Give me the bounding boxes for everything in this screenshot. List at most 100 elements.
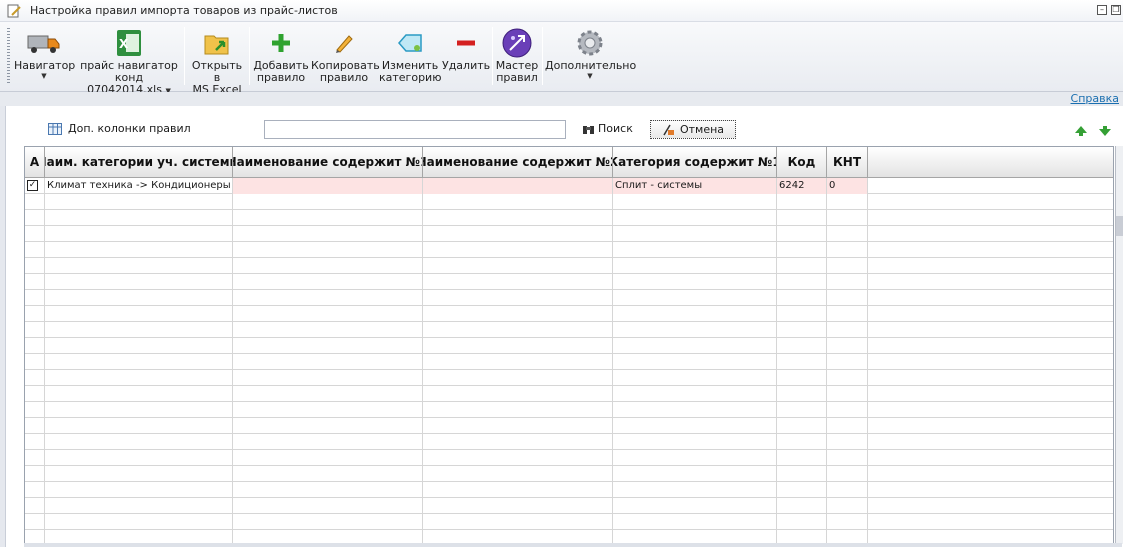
toolbar-separator: [249, 27, 250, 85]
restore-button[interactable]: ❐: [1111, 5, 1121, 15]
empty-cell: [827, 514, 868, 530]
empty-cell: [613, 194, 777, 210]
empty-cell: [423, 370, 613, 386]
row-code-cell[interactable]: 6242: [777, 178, 827, 194]
table-row[interactable]: ✓ Климат техника -> Кондиционеры Сплит -…: [25, 178, 1113, 194]
empty-cell: [777, 482, 827, 498]
empty-cell: [25, 402, 45, 418]
empty-cell: [613, 386, 777, 402]
search-button-label: Поиск: [598, 122, 633, 135]
horizontal-scrollbar[interactable]: [24, 543, 1122, 547]
empty-table-row: [25, 354, 1113, 370]
copy-rule-button[interactable]: Копировать правило: [311, 26, 380, 84]
empty-cell: [423, 530, 613, 543]
toolbar-grip[interactable]: [7, 28, 10, 84]
empty-cell: [827, 466, 868, 482]
empty-cell: [25, 194, 45, 210]
empty-cell: [45, 418, 233, 434]
empty-cell: [25, 354, 45, 370]
scrollbar-thumb[interactable]: [1116, 216, 1123, 236]
copy-rule-label-line2: правило: [319, 71, 369, 84]
empty-cell: [45, 226, 233, 242]
empty-cell: [233, 466, 423, 482]
empty-cell: [423, 258, 613, 274]
navigator-label: Навигатор: [14, 59, 76, 72]
empty-cell: [613, 530, 777, 543]
window-controls: – ❐: [1097, 5, 1121, 15]
row-active-checkbox[interactable]: ✓: [27, 180, 38, 191]
empty-cell: [233, 258, 423, 274]
empty-cell: [827, 210, 868, 226]
empty-cell: [777, 258, 827, 274]
empty-cell: [827, 290, 868, 306]
search-input[interactable]: [264, 120, 566, 139]
empty-cell: [45, 450, 233, 466]
minimize-button[interactable]: –: [1097, 5, 1107, 15]
open-in-excel-button[interactable]: Открыть в MS Excel: [187, 26, 247, 96]
empty-cell: [45, 306, 233, 322]
truck-icon: [27, 35, 60, 53]
empty-cell: [45, 386, 233, 402]
empty-cell: [827, 306, 868, 322]
empty-cell: [613, 290, 777, 306]
tag-icon: [398, 34, 422, 52]
empty-table-row: [25, 210, 1113, 226]
vertical-scrollbar[interactable]: [1115, 146, 1123, 544]
empty-cell: [777, 466, 827, 482]
add-rule-button[interactable]: Добавить правило: [252, 26, 310, 84]
empty-cell: [45, 322, 233, 338]
empty-table-row: [25, 370, 1113, 386]
excel-icon: X: [117, 30, 141, 56]
price-file-button[interactable]: X прайс навигатор конд 07042014.xls ▼: [76, 26, 182, 96]
more-options-button[interactable]: Дополнительно ▼: [545, 26, 637, 80]
delete-rule-button[interactable]: Удалить: [442, 26, 490, 72]
move-down-icon[interactable]: [1097, 124, 1113, 138]
row-knt-cell[interactable]: 0: [827, 178, 868, 194]
column-header-category-contains-1[interactable]: Категория содержит №1: [613, 147, 777, 177]
empty-cell: [25, 498, 45, 514]
folder-open-icon: [204, 35, 229, 55]
empty-cell: [25, 466, 45, 482]
change-category-button[interactable]: Изменить категорию: [379, 26, 441, 84]
column-header-category[interactable]: Наим. категории уч. системы: [45, 147, 233, 177]
empty-cell: [777, 514, 827, 530]
empty-cell: [777, 402, 827, 418]
rule-wizard-button[interactable]: Мастер правил: [494, 26, 540, 84]
empty-cell: [777, 210, 827, 226]
column-header-active[interactable]: А: [25, 147, 45, 177]
clear-filter-icon: [663, 124, 674, 135]
column-header-name-contains-2[interactable]: Наименование содержит №2: [423, 147, 613, 177]
rules-panel: Доп. колонки правил Поиск Отмена А Наим.…: [6, 106, 1123, 547]
empty-cell: [423, 450, 613, 466]
row-name-contains-2-cell[interactable]: [423, 178, 613, 194]
empty-cell: [613, 242, 777, 258]
navigator-button[interactable]: Навигатор ▼: [14, 26, 76, 80]
move-up-icon[interactable]: [1073, 124, 1089, 138]
empty-cell: [25, 274, 45, 290]
column-header-name-contains-1[interactable]: Наименование содержит №1: [233, 147, 423, 177]
wizard-icon: [502, 28, 532, 58]
empty-cell: [233, 418, 423, 434]
column-header-knt[interactable]: КНТ: [827, 147, 868, 177]
help-link[interactable]: Справка: [1071, 92, 1119, 105]
extra-columns-button[interactable]: Доп. колонки правил: [48, 122, 191, 135]
empty-table-row: [25, 306, 1113, 322]
empty-cell: [613, 274, 777, 290]
empty-cell: [613, 306, 777, 322]
row-category-contains-1-cell[interactable]: Сплит - системы: [613, 178, 777, 194]
empty-cell: [423, 322, 613, 338]
column-header-code[interactable]: Код: [777, 147, 827, 177]
empty-table-row: [25, 418, 1113, 434]
empty-cell: [233, 354, 423, 370]
empty-cell: [613, 466, 777, 482]
search-button[interactable]: Поиск: [582, 122, 633, 135]
row-category-cell[interactable]: Климат техника -> Кондиционеры: [45, 178, 233, 194]
row-name-contains-1-cell[interactable]: [233, 178, 423, 194]
empty-cell: [233, 322, 423, 338]
empty-cell: [233, 450, 423, 466]
empty-cell: [423, 226, 613, 242]
more-options-label: Дополнительно: [545, 59, 637, 72]
empty-cell: [613, 498, 777, 514]
empty-table-row: [25, 226, 1113, 242]
cancel-button[interactable]: Отмена: [650, 120, 736, 139]
